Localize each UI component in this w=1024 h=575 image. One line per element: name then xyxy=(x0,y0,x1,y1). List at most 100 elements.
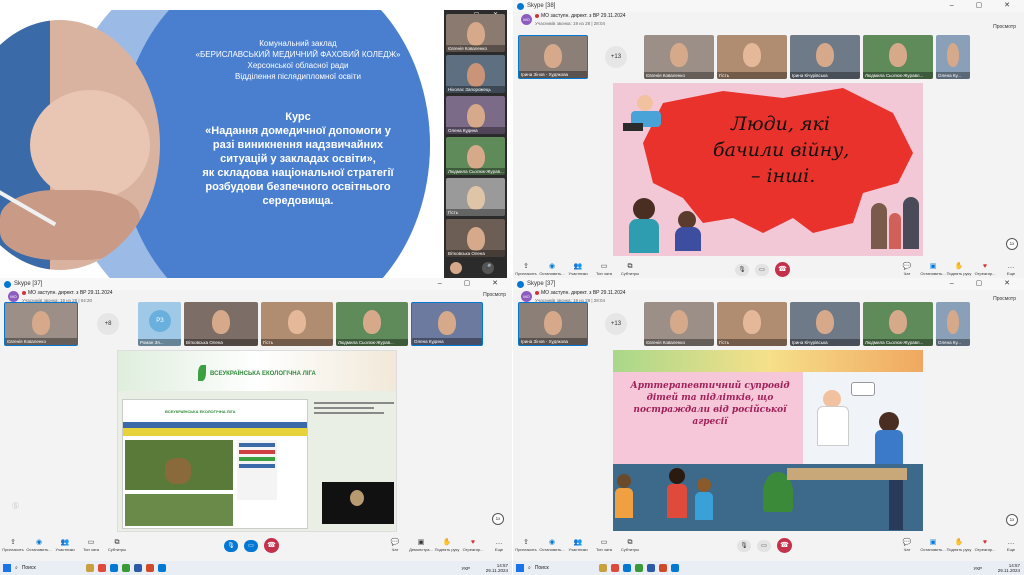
self-video-preview[interactable] xyxy=(322,482,394,524)
react-button[interactable]: ♥ Отреагир... xyxy=(972,538,998,552)
subtitles-button[interactable]: ⧉ Субтитры xyxy=(617,538,643,552)
clock[interactable]: 14:57 29.11.2024 xyxy=(486,563,508,573)
participant-tile[interactable]: Гість xyxy=(717,35,787,79)
view-button[interactable]: Просмотр xyxy=(483,292,506,298)
more-participants-button[interactable]: +13 xyxy=(605,313,627,335)
taskbar-search[interactable]: Поиск xyxy=(535,565,595,571)
subtitles-button[interactable]: ⧉ Субтитры xyxy=(617,262,643,276)
participant-tile[interactable]: РЗ Роман Зя... xyxy=(138,302,181,346)
language-indicator[interactable]: УКР xyxy=(462,566,470,571)
chat-button[interactable]: 💬 Чат xyxy=(382,538,408,552)
chrome-icon[interactable] xyxy=(610,564,619,572)
participant-tile[interactable]: Людмила Сьолюк-Журав... xyxy=(446,137,505,175)
participant-tile[interactable]: Гість xyxy=(446,178,505,216)
windows-start-icon[interactable] xyxy=(516,564,524,572)
more-participants-button[interactable]: +8 xyxy=(97,313,119,335)
participant-tile[interactable]: Людмила Сьолюк-Журав... xyxy=(336,302,408,346)
participants-button[interactable]: 👥 Участники xyxy=(565,262,591,276)
file-explorer-icon[interactable] xyxy=(85,564,94,572)
participant-tile[interactable]: Олена Ку... xyxy=(936,302,970,346)
screen-share-button[interactable]: ▣ Демонстра... xyxy=(408,538,434,552)
camera-off-button[interactable]: ▭ xyxy=(757,539,771,552)
skype-taskbar-icon[interactable] xyxy=(670,564,679,572)
participant-tile[interactable]: Ірина Кічурівська xyxy=(790,35,860,79)
chat-button[interactable]: 💬 Чат xyxy=(894,538,920,552)
clock[interactable]: 14:57 29.11.2024 xyxy=(998,563,1020,573)
taskbar-search[interactable]: Поиск xyxy=(22,565,82,571)
invite-button[interactable]: ⇪ Пригласить xyxy=(0,538,26,552)
participant-tile[interactable]: Ірина Зінов - Худякова xyxy=(518,302,588,346)
more-button[interactable]: … Еще xyxy=(486,538,512,552)
search-icon[interactable]: ⌕ xyxy=(15,565,18,571)
excel-icon[interactable] xyxy=(121,564,130,572)
speed-button[interactable]: 1x xyxy=(1006,514,1018,526)
stop-button[interactable]: ◉ Остановить... xyxy=(539,262,565,276)
share-stop-button[interactable]: ▣ Остановить... xyxy=(920,262,946,276)
speed-button[interactable]: 1x xyxy=(492,513,504,525)
stop-button[interactable]: ◉ Остановить... xyxy=(539,538,565,552)
more-participants-button[interactable]: +13 xyxy=(605,46,627,68)
participants-button[interactable]: 👥 Участники xyxy=(565,538,591,552)
edge-icon[interactable] xyxy=(109,564,118,572)
raise-hand-button[interactable]: ✋ Поднять руку xyxy=(946,538,972,552)
participant-tile[interactable]: Олена Кудина xyxy=(411,302,483,346)
language-indicator[interactable]: УКР xyxy=(974,566,982,571)
participants-button[interactable]: 👥 Участники xyxy=(52,538,78,552)
word-icon[interactable] xyxy=(646,564,655,572)
powerpoint-icon[interactable] xyxy=(658,564,667,572)
participant-tile[interactable]: Олена Кудина xyxy=(446,96,505,134)
raise-hand-button[interactable]: ✋ Поднять руку xyxy=(946,262,972,276)
camera-button[interactable]: ▭ xyxy=(244,539,258,552)
participant-tile[interactable]: Ірина Зінов - Худякова xyxy=(518,35,588,79)
participant-tile[interactable]: Ірина Кічурівська xyxy=(790,302,860,346)
subtitles-button[interactable]: ⧉ Субтитры xyxy=(104,538,130,552)
participant-tile[interactable]: Гість xyxy=(717,302,787,346)
participant-tile[interactable]: Євгенія Коваленко xyxy=(4,302,78,346)
more-button[interactable]: … Еще xyxy=(998,538,1024,552)
window-controls[interactable]: – ▢ ✕ xyxy=(950,279,1020,287)
stop-button[interactable]: ◉ Остановить... xyxy=(26,538,52,552)
camera-off-button[interactable]: ▭ xyxy=(755,263,769,276)
participant-tile[interactable]: Вітковська Олена xyxy=(446,219,505,257)
participant-tile[interactable]: Ніколас Запорожець xyxy=(446,55,505,93)
view-button[interactable]: Просмотр xyxy=(993,24,1016,30)
participant-tile[interactable]: Євгенія Коваленко xyxy=(644,302,714,346)
react-button[interactable]: ♥ Отреагир... xyxy=(460,538,486,552)
search-icon[interactable]: ⌕ xyxy=(528,565,531,571)
window-controls[interactable]: – ▢ ✕ xyxy=(438,279,508,287)
end-call-button[interactable]: ☎ xyxy=(264,538,279,553)
invite-button[interactable]: ⇪ Пригласить xyxy=(513,262,539,276)
participant-tile[interactable]: Людмила Сьолюк-Журавл... xyxy=(863,35,933,79)
chat-button[interactable]: 💬 Чат xyxy=(894,262,920,276)
window-controls[interactable]: – ▢ ✕ xyxy=(950,1,1020,9)
microphone-icon[interactable]: 🎤 xyxy=(482,262,494,274)
mic-button[interactable]: 🎙 xyxy=(224,539,238,552)
more-button[interactable]: … Еще xyxy=(998,262,1024,276)
participant-tile[interactable]: Євгенія Коваленко xyxy=(644,35,714,79)
avatar[interactable] xyxy=(450,262,462,274)
windows-start-icon[interactable] xyxy=(3,564,11,572)
mic-off-button[interactable]: 🎙 xyxy=(735,263,749,276)
powerpoint-icon[interactable] xyxy=(145,564,154,572)
share-stop-button[interactable]: ▣ Остановить... xyxy=(920,538,946,552)
react-button[interactable]: ♥ Отреагир... xyxy=(972,262,998,276)
participant-tile[interactable]: Євгенія Коваленко xyxy=(446,14,505,52)
chat-type-button[interactable]: ▭ Тип чата xyxy=(591,262,617,276)
end-call-button[interactable]: ☎ xyxy=(777,538,792,553)
edge-icon[interactable] xyxy=(622,564,631,572)
participant-tile[interactable]: Гість xyxy=(261,302,333,346)
skype-taskbar-icon[interactable] xyxy=(157,564,166,572)
chat-type-button[interactable]: ▭ Тип чата xyxy=(591,538,617,552)
word-icon[interactable] xyxy=(133,564,142,572)
participant-tile[interactable]: Людмила Сьолюк-Журавл... xyxy=(863,302,933,346)
participant-tile[interactable]: Вітковська Олена xyxy=(184,302,258,346)
chrome-icon[interactable] xyxy=(97,564,106,572)
file-explorer-icon[interactable] xyxy=(598,564,607,572)
excel-icon[interactable] xyxy=(634,564,643,572)
mic-off-button[interactable]: 🎙 xyxy=(737,539,751,552)
invite-button[interactable]: ⇪ Пригласить xyxy=(513,538,539,552)
end-call-button[interactable]: ☎ xyxy=(775,262,790,277)
raise-hand-button[interactable]: ✋ Поднять руку xyxy=(434,538,460,552)
participant-tile[interactable]: Олена Ку... xyxy=(936,35,970,79)
chat-type-button[interactable]: ▭ Тип чата xyxy=(78,538,104,552)
